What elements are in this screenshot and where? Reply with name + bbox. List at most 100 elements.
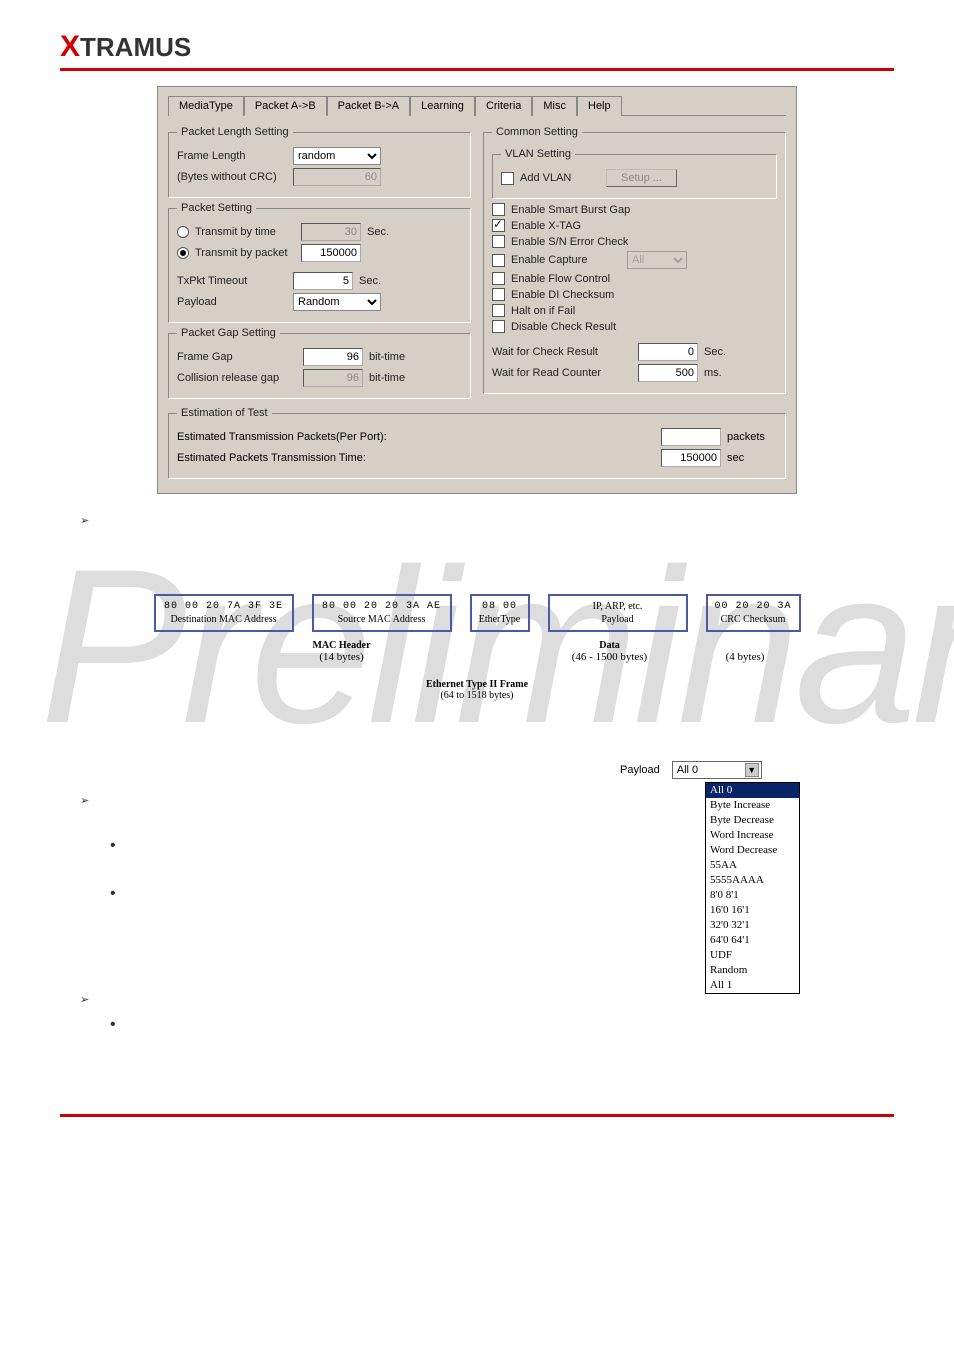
frame-dest-mac: 80 00 20 7A 3F 3E Destination MAC Addres…: [154, 594, 294, 632]
label-di-checksum: Enable DI Checksum: [511, 289, 614, 301]
frame-total-label: Ethernet Type II Frame (64 to 1518 bytes…: [117, 679, 837, 701]
frame-data-label: Data (46 - 1500 bytes): [540, 634, 680, 663]
checkbox-add-vlan[interactable]: [501, 172, 514, 185]
input-bytes-no-crc: [293, 168, 381, 186]
group-packet-setting: Packet Setting Transmit by time Sec. Tra…: [168, 202, 471, 323]
group-vlan: VLAN Setting Add VLAN Setup ...: [492, 148, 777, 199]
dot-bullet-3: [110, 1016, 834, 1034]
list-item[interactable]: All 0: [706, 783, 799, 798]
payload-dropdown-figure: Payload All 0 ▼ All 0 Byte Increase Byte…: [620, 761, 820, 994]
unit-sec-2: Sec.: [359, 275, 381, 287]
label-collision-gap: Collision release gap: [177, 372, 297, 384]
chevron-down-icon[interactable]: ▼: [745, 763, 759, 777]
frame-mac-header-label: MAC Header (14 bytes): [162, 634, 522, 663]
checkbox-halt-on-fail[interactable]: [492, 304, 505, 317]
tab-misc[interactable]: Misc: [532, 96, 577, 116]
header-bar: XTRAMUS: [60, 30, 894, 71]
tab-help[interactable]: Help: [577, 96, 622, 116]
group-packet-gap: Packet Gap Setting Frame Gap bit-time Co…: [168, 327, 471, 399]
ethernet-frame-diagram: 80 00 20 7A 3F 3E Destination MAC Addres…: [117, 594, 837, 701]
tab-criteria[interactable]: Criteria: [475, 96, 532, 116]
input-est-time: [661, 449, 721, 467]
checkbox-smart-burst: [492, 203, 505, 216]
frame-crc-bytes-label: (4 bytes): [698, 634, 793, 663]
input-collision-gap: [303, 369, 363, 387]
brand-logo: XTRAMUS: [60, 32, 191, 62]
unit-bittime-1: bit-time: [369, 351, 405, 363]
frame-payload: IP, ARP, etc. Payload: [548, 594, 688, 632]
label-transmit-by-packet: Transmit by packet: [195, 247, 295, 259]
list-item[interactable]: 8'0 8'1: [706, 888, 799, 903]
tab-mediatype[interactable]: MediaType: [168, 96, 244, 116]
checkbox-capture[interactable]: [492, 254, 505, 267]
label-wait-check: Wait for Check Result: [492, 346, 632, 358]
input-wait-check[interactable]: [638, 343, 698, 361]
arrow-bullet-3: [80, 993, 834, 1006]
group-common-setting: Common Setting VLAN Setting Add VLAN Set…: [483, 126, 786, 394]
frame-src-mac: 80 00 20 20 3A AE Source MAC Address: [312, 594, 452, 632]
list-item[interactable]: Byte Decrease: [706, 813, 799, 828]
group-packet-length: Packet Length Setting Frame Length rando…: [168, 126, 471, 198]
list-item[interactable]: Byte Increase: [706, 798, 799, 813]
radio-transmit-by-time[interactable]: [177, 226, 189, 238]
list-item[interactable]: 32'0 32'1: [706, 918, 799, 933]
tab-packet-ba[interactable]: Packet B->A: [327, 96, 410, 116]
label-xtag: Enable X-TAG: [511, 220, 581, 232]
list-item[interactable]: Random: [706, 963, 799, 978]
label-bytes-no-crc: (Bytes without CRC): [177, 171, 287, 183]
list-item[interactable]: UDF: [706, 948, 799, 963]
unit-sec-1: Sec.: [367, 226, 389, 238]
label-est-packets: Estimated Transmission Packets(Per Port)…: [177, 431, 387, 443]
frame-ethertype: 08 00 EtherType: [470, 594, 530, 632]
unit-sec-4: sec: [727, 452, 777, 464]
checkbox-di-checksum[interactable]: [492, 288, 505, 301]
list-item[interactable]: 16'0 16'1: [706, 903, 799, 918]
combo-payload[interactable]: All 0 ▼: [672, 761, 762, 779]
legend-packet-setting: Packet Setting: [177, 202, 256, 214]
label-add-vlan: Add VLAN: [520, 172, 600, 184]
checkbox-sn-error[interactable]: [492, 235, 505, 248]
legend-common-setting: Common Setting: [492, 126, 582, 138]
list-item[interactable]: Word Increase: [706, 828, 799, 843]
bullet-area-1: [80, 514, 834, 544]
footer-bar: [60, 1114, 894, 1118]
label-txpkt-timeout: TxPkt Timeout: [177, 275, 287, 287]
label-transmit-by-time: Transmit by time: [195, 226, 295, 238]
input-txpkt-timeout[interactable]: [293, 272, 353, 290]
input-est-packets: [661, 428, 721, 446]
input-by-time: [301, 223, 361, 241]
checkbox-flow-control[interactable]: [492, 272, 505, 285]
legend-packet-gap: Packet Gap Setting: [177, 327, 280, 339]
label-wait-read: Wait for Read Counter: [492, 367, 632, 379]
unit-bittime-2: bit-time: [369, 372, 405, 384]
list-item[interactable]: Word Decrease: [706, 843, 799, 858]
arrow-bullet-1: [80, 514, 834, 527]
checkbox-xtag[interactable]: [492, 219, 505, 232]
label-halt-on-fail: Halt on if Fail: [511, 305, 575, 317]
tab-packet-ab[interactable]: Packet A->B: [244, 96, 327, 116]
label-est-time: Estimated Packets Transmission Time:: [177, 452, 366, 464]
legend-packet-length: Packet Length Setting: [177, 126, 293, 138]
checkbox-disable-check: [492, 320, 505, 333]
tab-learning[interactable]: Learning: [410, 96, 475, 116]
input-frame-gap[interactable]: [303, 348, 363, 366]
label-capture: Enable Capture: [511, 254, 621, 266]
list-item[interactable]: 64'0 64'1: [706, 933, 799, 948]
list-item[interactable]: All 1: [706, 978, 799, 993]
label-smart-burst: Enable Smart Burst Gap: [511, 204, 630, 216]
input-wait-read[interactable]: [638, 364, 698, 382]
list-item[interactable]: 5555AAAA: [706, 873, 799, 888]
listbox-payload-options[interactable]: All 0 Byte Increase Byte Decrease Word I…: [705, 782, 800, 994]
tab-strip: MediaType Packet A->B Packet B->A Learni…: [168, 95, 786, 116]
frame-crc: 00 20 20 3A CRC Checksum: [706, 594, 801, 632]
button-vlan-setup: Setup ...: [606, 169, 677, 187]
list-item[interactable]: 55AA: [706, 858, 799, 873]
select-payload[interactable]: Random: [293, 293, 381, 311]
legend-vlan: VLAN Setting: [501, 148, 575, 160]
radio-transmit-by-packet[interactable]: [177, 247, 189, 259]
legend-estimation: Estimation of Test: [177, 407, 272, 419]
settings-dialog: MediaType Packet A->B Packet B->A Learni…: [157, 86, 797, 494]
input-by-packet[interactable]: [301, 244, 361, 262]
select-frame-length[interactable]: random: [293, 147, 381, 165]
unit-sec-3: Sec.: [704, 346, 726, 358]
